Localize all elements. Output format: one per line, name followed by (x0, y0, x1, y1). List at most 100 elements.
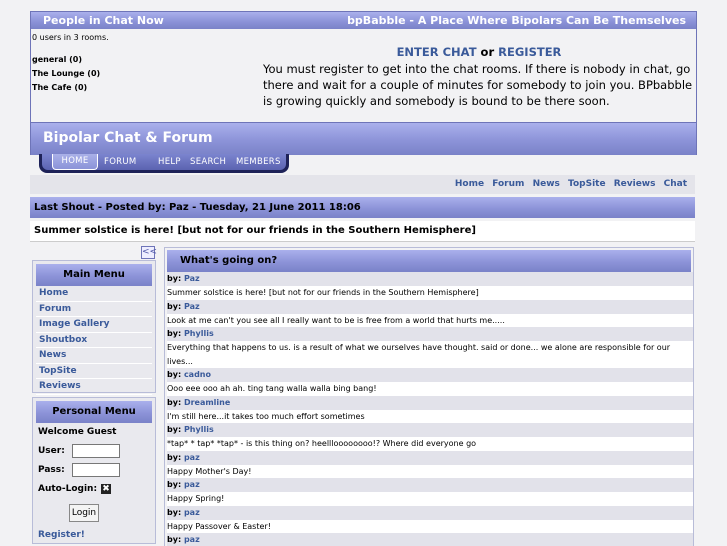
chat-title-bar: People in Chat Now bpBabble - A Place Wh… (31, 12, 696, 29)
last-shout-title: Last Shout - Posted by: Paz - Tuesday, 2… (34, 202, 361, 213)
shout-message: Happy Spring! (167, 492, 693, 506)
shout-author-row: by: cadno (167, 368, 693, 382)
sublink-home[interactable]: Home (455, 179, 484, 189)
login-form: Welcome Guest User: Pass: Auto-Login: ✖ L… (33, 423, 155, 540)
user-label: User: (38, 446, 65, 456)
shout-message: Everything that happens to us. is a resu… (167, 341, 693, 368)
by-prefix: by: (167, 301, 184, 311)
main-menu-title: Main Menu (36, 264, 152, 286)
sublink-news[interactable]: News (533, 179, 560, 189)
shout-author-row: by: paz (167, 450, 693, 465)
menu-link-gallery[interactable]: Image Gallery (39, 319, 110, 329)
sub-links-bar: Home Forum News TopSite Reviews Chat (30, 175, 695, 194)
shout-message: Happy Passover & Easter! (167, 519, 693, 533)
shout-message: Look at me can't you see all I really wa… (167, 313, 693, 327)
shout-entry: by: Paz Look at me can't you see all I re… (165, 299, 693, 327)
shout-entry: by: paz Happy Mother's Day! (165, 450, 693, 478)
room-general[interactable]: general (0) (32, 53, 109, 67)
shout-author-row: by: Paz (167, 272, 693, 286)
shout-author-row: by: paz (167, 505, 693, 520)
menu-link-forum[interactable]: Forum (39, 304, 71, 314)
pass-row: Pass: (38, 461, 155, 480)
login-button[interactable]: Login (69, 504, 99, 522)
nav-home[interactable]: HOME (52, 154, 98, 170)
shout-author-link[interactable]: Paz (184, 302, 200, 311)
shout-message: Happy Mother's Day! (167, 464, 693, 478)
room-lounge[interactable]: The Lounge (0) (32, 67, 109, 81)
menu-link-news[interactable]: News (39, 350, 66, 360)
last-shout-message-box: Summer solstice is here! [but not for ou… (30, 221, 695, 242)
shout-message: *tap* * tap* *tap* - is this thing on? h… (167, 437, 693, 451)
by-prefix: by: (167, 480, 184, 489)
shout-message: I'm still here...it takes too much effor… (167, 409, 693, 423)
shout-entry: by: Phyllis Everything that happens to us… (165, 327, 693, 368)
shout-author-link[interactable]: Dreamline (184, 398, 230, 407)
shout-author-link[interactable]: paz (184, 480, 200, 489)
shout-message: Ooo eee ooo ah ah. ting tang walla walla… (167, 382, 693, 396)
sublink-reviews[interactable]: Reviews (614, 179, 656, 189)
shout-author-row: by: paz (167, 533, 693, 546)
shout-entry: by: paz Happy Passover & Easter! (165, 505, 693, 533)
menu-link-shoutbox[interactable]: Shoutbox (39, 335, 87, 345)
menu-item-news[interactable]: News (36, 348, 152, 364)
personal-menu: Personal Menu Welcome Guest User: Pass: … (32, 397, 156, 544)
shout-list: by: Paz Summer solstice is here! [but not… (165, 272, 693, 546)
collapse-sidebar-button[interactable]: << (141, 246, 157, 259)
by-prefix: by: (167, 507, 184, 517)
sublink-forum[interactable]: Forum (492, 179, 524, 189)
chat-left-title: People in Chat Now (43, 14, 164, 27)
last-shout-message: Summer solstice is here! [but not for ou… (34, 225, 476, 236)
autologin-label: Auto-Login: (38, 484, 98, 494)
chat-rooms: 0 users in 3 rooms. general (0) The Loun… (32, 31, 109, 95)
shout-entry: by: paz (165, 533, 693, 546)
site-header: Bipolar Chat & Forum (30, 122, 697, 155)
menu-item-home[interactable]: Home (36, 286, 152, 302)
nav-help[interactable]: HELP (158, 157, 181, 167)
chat-info: ENTER CHAT or REGISTER You must register… (263, 44, 695, 109)
register-link[interactable]: Register! (38, 530, 155, 540)
by-prefix: by: (167, 535, 184, 544)
menu-item-topsite[interactable]: TopSite (36, 364, 152, 379)
shout-author-link[interactable]: cadno (184, 370, 211, 379)
menu-item-shoutbox[interactable]: Shoutbox (36, 333, 152, 348)
username-input[interactable] (72, 444, 120, 458)
shout-author-row: by: Phyllis (167, 423, 693, 437)
by-prefix: by: (167, 452, 184, 462)
enter-chat-link[interactable]: ENTER CHAT (397, 45, 477, 59)
shout-author-link[interactable]: paz (184, 535, 200, 544)
menu-link-reviews[interactable]: Reviews (39, 381, 81, 391)
shout-author-link[interactable]: paz (184, 453, 200, 462)
whats-going-on-panel: What's going on? by: Paz Summer solstice … (164, 247, 694, 546)
nav-search[interactable]: SEARCH (190, 157, 226, 167)
by-prefix: by: (167, 329, 184, 338)
chat-links: ENTER CHAT or REGISTER (263, 44, 695, 60)
chat-panel: People in Chat Now bpBabble - A Place Wh… (30, 11, 697, 123)
shout-author-link[interactable]: Paz (184, 274, 200, 283)
main-nav: HOME FORUM HELP SEARCH MEMBERS (42, 154, 286, 170)
users-count: 0 users in 3 rooms. (32, 33, 109, 42)
last-shout-bar: Last Shout - Posted by: Paz - Tuesday, 2… (30, 197, 695, 218)
room-cafe[interactable]: The Cafe (0) (32, 81, 109, 95)
menu-item-gallery[interactable]: Image Gallery (36, 317, 152, 333)
shout-author-link[interactable]: paz (184, 508, 200, 517)
user-row: User: (38, 442, 155, 461)
pass-label: Pass: (38, 465, 65, 475)
sublink-topsite[interactable]: TopSite (568, 179, 606, 189)
autologin-checkbox[interactable]: ✖ (101, 483, 112, 494)
by-prefix: by: (167, 274, 184, 283)
shout-author-link[interactable]: Phyllis (184, 329, 214, 338)
menu-link-home[interactable]: Home (39, 288, 68, 298)
chat-right-title: bpBabble - A Place Where Bipolars Can Be… (347, 14, 686, 27)
menu-link-topsite[interactable]: TopSite (39, 366, 77, 376)
shout-author-row: by: Paz (167, 299, 693, 314)
register-chat-link[interactable]: REGISTER (498, 45, 561, 59)
menu-item-reviews[interactable]: Reviews (36, 379, 152, 395)
by-prefix: by: (167, 425, 184, 434)
shout-author-link[interactable]: Phyllis (184, 425, 214, 434)
nav-members[interactable]: MEMBERS (236, 157, 281, 167)
nav-forum[interactable]: FORUM (104, 157, 137, 167)
password-input[interactable] (72, 463, 120, 477)
menu-item-forum[interactable]: Forum (36, 302, 152, 317)
main-menu: Main Menu Home Forum Image Gallery Shout… (32, 260, 156, 395)
sublink-chat[interactable]: Chat (664, 179, 687, 189)
